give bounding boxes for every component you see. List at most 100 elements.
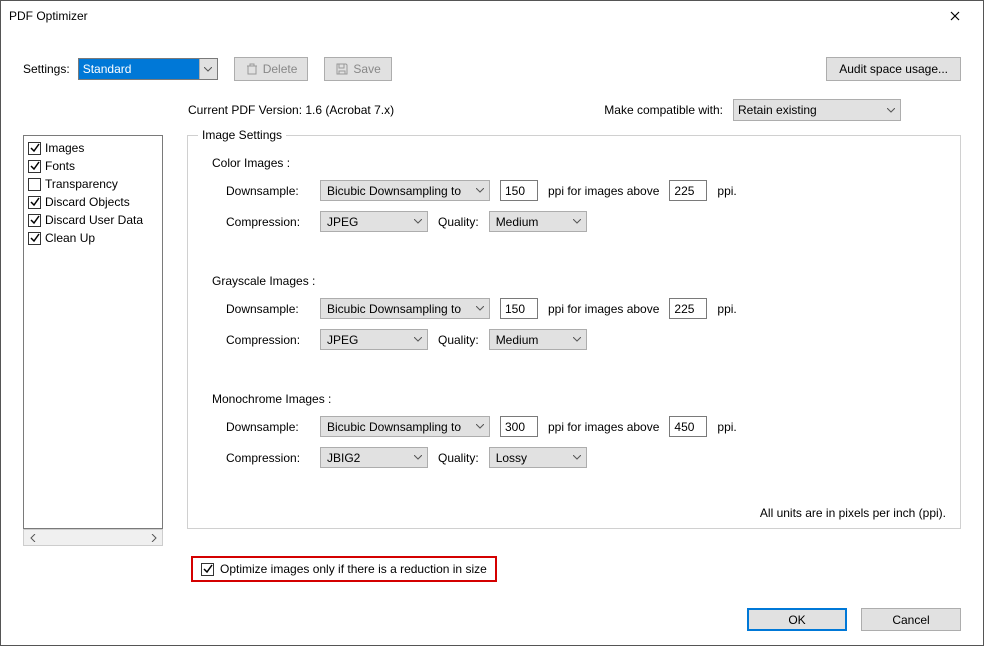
sidebar-hscrollbar[interactable] [23, 529, 163, 546]
optimize-checkbox-row[interactable]: Optimize images only if there is a reduc… [191, 556, 497, 582]
sidebar-item-transparency[interactable]: Transparency [28, 175, 158, 193]
check-icon [30, 197, 40, 207]
above-label: ppi for images above [548, 420, 659, 434]
ppi-unit: ppi. [717, 420, 736, 434]
above-label: ppi for images above [548, 302, 659, 316]
mono-downsample-row: Downsample: Bicubic Downsampling to 300 … [226, 416, 942, 437]
gray-quality-select[interactable]: Medium [489, 329, 587, 350]
mono-compression-select[interactable]: JBIG2 [320, 447, 428, 468]
downsample-label: Downsample: [226, 302, 310, 316]
checkbox[interactable] [28, 160, 41, 173]
chevron-down-icon [568, 330, 586, 349]
dialog-title: PDF Optimizer [9, 9, 935, 23]
scroll-left-icon[interactable] [24, 530, 41, 545]
mono-quality-select[interactable]: Lossy [489, 447, 587, 468]
gray-downsample-row: Downsample: Bicubic Downsampling to 150 … [226, 298, 942, 319]
delete-label: Delete [263, 62, 298, 76]
chevron-down-icon [409, 212, 427, 231]
chevron-down-icon [568, 448, 586, 467]
settings-value: Standard [83, 62, 132, 76]
color-compression-row: Compression: JPEG Quality: Medium [226, 211, 942, 232]
gray-above-input[interactable]: 225 [669, 298, 707, 319]
check-icon [30, 143, 40, 153]
settings-label: Settings: [23, 62, 70, 76]
chevron-down-icon [471, 299, 489, 318]
quality-label: Quality: [438, 215, 479, 229]
delete-button[interactable]: Delete [234, 57, 309, 81]
audit-button[interactable]: Audit space usage... [826, 57, 961, 81]
sidebar-item-fonts[interactable]: Fonts [28, 157, 158, 175]
check-icon [30, 233, 40, 243]
ppi-unit: ppi. [717, 302, 736, 316]
color-above-input[interactable]: 225 [669, 180, 707, 201]
mono-above-input[interactable]: 450 [669, 416, 707, 437]
sidebar-item-clean-up[interactable]: Clean Up [28, 229, 158, 247]
sidebar-item-images[interactable]: Images [28, 139, 158, 157]
check-icon [203, 564, 213, 574]
gray-ppi-input[interactable]: 150 [500, 298, 538, 319]
ok-button[interactable]: OK [747, 608, 847, 631]
compression-label: Compression: [226, 215, 310, 229]
sidebar-item-discard-objects[interactable]: Discard Objects [28, 193, 158, 211]
quality-label: Quality: [438, 451, 479, 465]
check-icon [30, 161, 40, 171]
sidebar-item-label: Fonts [45, 159, 75, 173]
sidebar-item-label: Discard User Data [45, 213, 143, 227]
checkbox[interactable] [201, 563, 214, 576]
checkbox[interactable] [28, 232, 41, 245]
scroll-right-icon[interactable] [145, 530, 162, 545]
units-note: All units are in pixels per inch (ppi). [760, 506, 946, 520]
version-row: Current PDF Version: 1.6 (Acrobat 7.x) M… [1, 91, 983, 129]
body: Images Fonts Transparency Discard Object… [1, 129, 983, 546]
save-button[interactable]: Save [324, 57, 391, 81]
sidebar-listbox[interactable]: Images Fonts Transparency Discard Object… [23, 135, 163, 529]
audit-label: Audit space usage... [839, 62, 948, 76]
check-icon [30, 215, 40, 225]
sidebar-item-label: Clean Up [45, 231, 95, 245]
checkbox[interactable] [28, 196, 41, 209]
chevron-down-icon [882, 100, 900, 120]
downsample-label: Downsample: [226, 184, 310, 198]
chevron-down-icon [409, 448, 427, 467]
titlebar: PDF Optimizer [1, 1, 983, 31]
color-ppi-input[interactable]: 150 [500, 180, 538, 201]
compression-label: Compression: [226, 333, 310, 347]
chevron-down-icon [568, 212, 586, 231]
cancel-button[interactable]: Cancel [861, 608, 961, 631]
color-heading: Color Images : [212, 156, 942, 170]
trash-icon [245, 62, 259, 76]
compression-label: Compression: [226, 451, 310, 465]
checkbox[interactable] [28, 142, 41, 155]
panel-title: Image Settings [198, 128, 286, 142]
compat-label: Make compatible with: [604, 103, 723, 117]
optimize-label: Optimize images only if there is a reduc… [220, 562, 487, 576]
sidebar-item-label: Discard Objects [45, 195, 130, 209]
close-button[interactable] [935, 2, 975, 30]
mono-downsample-select[interactable]: Bicubic Downsampling to [320, 416, 490, 437]
color-quality-select[interactable]: Medium [489, 211, 587, 232]
color-compression-select[interactable]: JPEG [320, 211, 428, 232]
sidebar-item-label: Transparency [45, 177, 118, 191]
gray-compression-select[interactable]: JPEG [320, 329, 428, 350]
settings-select[interactable]: Standard [78, 58, 218, 80]
image-settings-panel: Image Settings Color Images : Downsample… [187, 135, 961, 529]
button-row: OK Cancel [747, 608, 961, 631]
compat-select[interactable]: Retain existing [733, 99, 901, 121]
downsample-label: Downsample: [226, 420, 310, 434]
color-downsample-row: Downsample: Bicubic Downsampling to 150 … [226, 180, 942, 201]
sidebar-item-discard-user-data[interactable]: Discard User Data [28, 211, 158, 229]
gray-compression-row: Compression: JPEG Quality: Medium [226, 329, 942, 350]
mono-ppi-input[interactable]: 300 [500, 416, 538, 437]
save-icon [335, 62, 349, 76]
sidebar-item-label: Images [45, 141, 84, 155]
checkbox[interactable] [28, 178, 41, 191]
mono-compression-row: Compression: JBIG2 Quality: Lossy [226, 447, 942, 468]
gray-heading: Grayscale Images : [212, 274, 942, 288]
gray-downsample-select[interactable]: Bicubic Downsampling to [320, 298, 490, 319]
settings-row: Settings: Standard Delete Save Audit spa… [1, 31, 983, 91]
mono-heading: Monochrome Images : [212, 392, 942, 406]
checkbox[interactable] [28, 214, 41, 227]
current-version-label: Current PDF Version: 1.6 (Acrobat 7.x) [188, 103, 394, 117]
color-downsample-select[interactable]: Bicubic Downsampling to [320, 180, 490, 201]
above-label: ppi for images above [548, 184, 659, 198]
